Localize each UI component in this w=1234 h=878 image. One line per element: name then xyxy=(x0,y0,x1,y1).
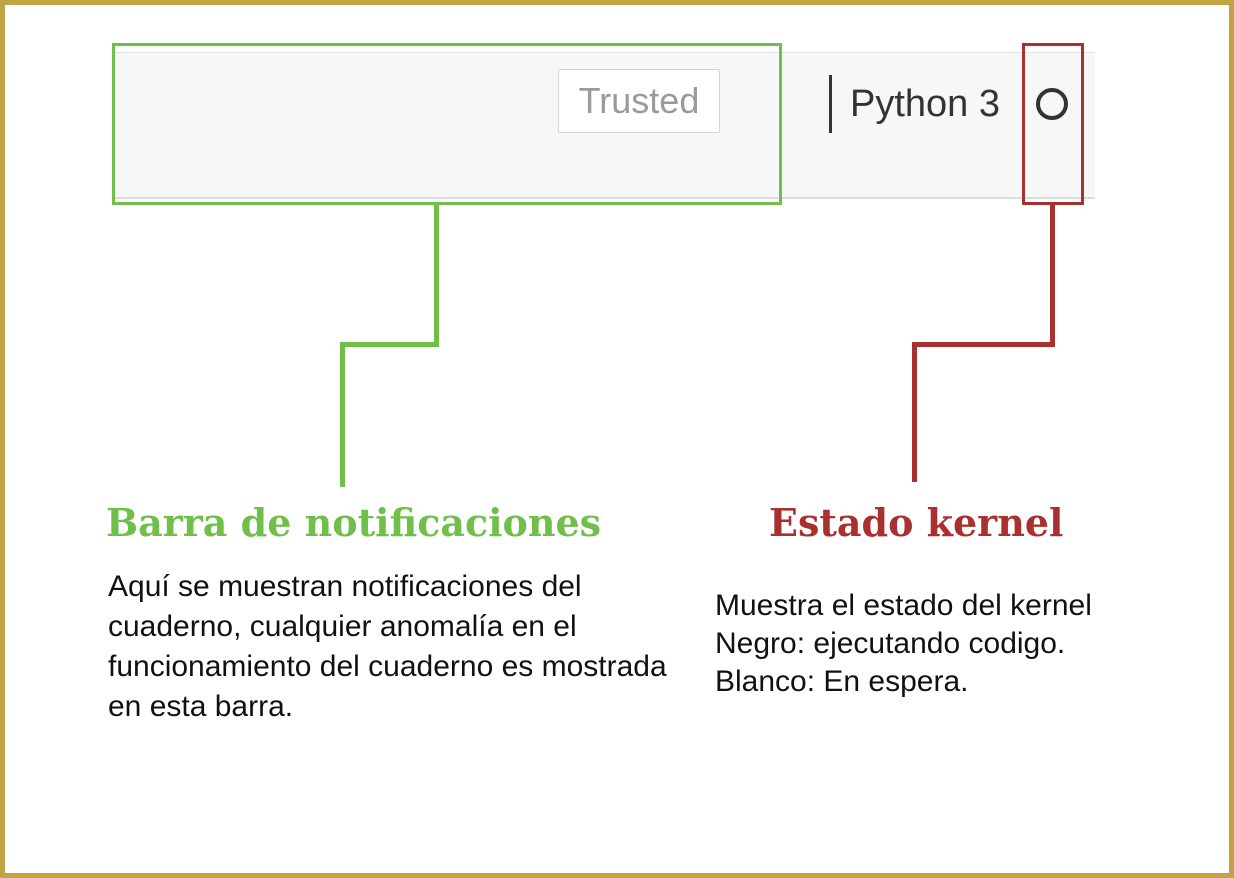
notification-bar-description: Aquí se muestran notificaciones del cuad… xyxy=(108,570,667,723)
notification-bar-highlight-box xyxy=(112,43,782,205)
annotated-screenshot-canvas: Trusted Python 3 Barra de notificaciones… xyxy=(0,0,1234,878)
kernel-connector-vertical-bottom xyxy=(912,342,917,482)
kernel-connector-horizontal xyxy=(912,342,1055,347)
notification-connector-vertical-top xyxy=(434,205,439,347)
kernel-separator xyxy=(829,75,832,133)
kernel-connector-vertical-top xyxy=(1050,205,1055,347)
kernel-status-line-2: Negro: ejecutando codigo. xyxy=(715,627,1066,660)
kernel-status-line-3: Blanco: En espera. xyxy=(715,665,969,698)
kernel-status-description: Muestra el estado del kernel Negro: ejec… xyxy=(715,587,1215,701)
notification-connector-vertical-bottom xyxy=(340,342,345,487)
kernel-status-line-1: Muestra el estado del kernel xyxy=(715,589,1092,622)
kernel-status-title: Estado kernel xyxy=(769,500,1064,545)
notification-bar-title: Barra de notificaciones xyxy=(106,500,602,545)
kernel-status-highlight-box xyxy=(1022,43,1084,205)
kernel-name-label[interactable]: Python 3 xyxy=(850,81,1000,127)
notification-connector-horizontal xyxy=(340,342,439,347)
